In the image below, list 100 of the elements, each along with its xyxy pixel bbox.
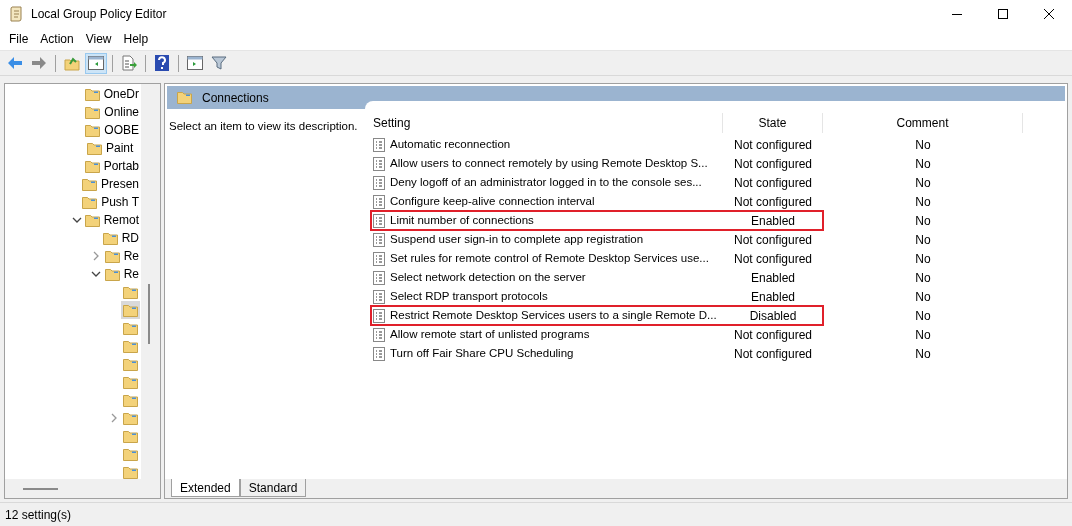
state-cell-text: Enabled xyxy=(749,269,796,287)
setting-name: Configure keep-alive connection interval xyxy=(390,193,595,209)
pane-icon xyxy=(187,56,203,70)
tree-item[interactable]: Re xyxy=(102,247,141,265)
menu-item[interactable]: Action xyxy=(34,30,80,48)
column-header[interactable]: State xyxy=(723,113,823,133)
tree-item[interactable]: Paint xyxy=(85,139,136,157)
folder-icon xyxy=(82,195,98,209)
menu-item[interactable]: File xyxy=(3,30,35,48)
policy-icon xyxy=(373,232,385,247)
tree-item[interactable]: RD xyxy=(100,229,141,247)
policy-icon xyxy=(373,346,385,361)
window-title: Local Group Policy Editor xyxy=(31,6,167,23)
folder-icon xyxy=(123,429,138,443)
chevron-down-icon[interactable] xyxy=(71,215,82,225)
folder-icon xyxy=(123,339,138,353)
comment-cell-text: No xyxy=(914,212,932,230)
setting-name: Automatic reconnection xyxy=(390,136,511,152)
chevron-down-icon[interactable] xyxy=(90,269,101,279)
setting-name: Allow users to connect remotely by using Remote Desktop S... xyxy=(390,155,708,171)
comment-cell-text: No xyxy=(914,288,932,306)
view-tab[interactable]: Extended xyxy=(171,479,240,497)
column-header[interactable]: Setting xyxy=(371,113,723,133)
folder-icon xyxy=(123,303,138,317)
state-cell-text: Not configured xyxy=(732,193,813,211)
comment-cell-text: No xyxy=(914,193,932,211)
setting-name: Select RDP transport protocols xyxy=(390,288,548,304)
back-arrow-icon xyxy=(7,56,23,70)
state-cell-text: Not configured xyxy=(732,326,813,344)
policy-icon xyxy=(373,213,385,228)
comment-cell-text: No xyxy=(914,155,932,173)
setting-name: Set rules for remote control of Remote Desktop Services use... xyxy=(390,250,709,266)
tree-item[interactable]: Portab xyxy=(82,157,141,175)
help-icon xyxy=(155,55,169,71)
tree-item[interactable]: Remot xyxy=(82,211,141,229)
setting-name: Restrict Remote Desktop Services users to a single Remote D... xyxy=(390,307,717,323)
comment-cell-text: No xyxy=(914,136,932,154)
policy-icon xyxy=(373,137,385,152)
column-header[interactable]: Comment xyxy=(823,113,1023,133)
folder-icon xyxy=(177,91,192,104)
state-cell-text: Disabled xyxy=(748,307,798,325)
comment-cell-text: No xyxy=(914,174,932,192)
setting-name: Turn off Fair Share CPU Scheduling xyxy=(390,345,574,361)
policy-icon xyxy=(373,251,385,266)
folder-icon xyxy=(84,213,100,227)
comment-cell-text: No xyxy=(914,345,932,363)
setting-name: Suspend user sign-in to complete app registration xyxy=(390,231,644,247)
tree-item[interactable]: Push T xyxy=(80,193,141,211)
state-cell-text: Not configured xyxy=(732,231,813,249)
state-cell-text: Enabled xyxy=(749,288,796,306)
tree-item[interactable]: Re xyxy=(102,265,141,283)
setting-name: Allow remote start of unlisted programs xyxy=(390,326,590,342)
maximize-icon xyxy=(998,9,1008,19)
folder-icon xyxy=(123,465,138,479)
menu-item[interactable]: View xyxy=(79,30,118,48)
state-cell-text: Enabled xyxy=(749,212,796,230)
setting-name: Limit number of connections xyxy=(390,212,534,228)
setting-name: Select network detection on the server xyxy=(390,269,586,285)
comment-cell-text: No xyxy=(914,326,932,344)
pane-icon xyxy=(88,56,104,70)
state-cell-text: Not configured xyxy=(732,136,813,154)
folder-icon xyxy=(84,159,100,173)
folder-icon xyxy=(123,411,138,425)
filter-icon xyxy=(211,55,227,71)
folder-icon xyxy=(104,267,120,281)
view-tab[interactable]: Standard xyxy=(239,479,307,497)
tree-item[interactable]: OOBE xyxy=(83,121,141,139)
folder-icon xyxy=(123,285,138,299)
scroll-icon xyxy=(9,6,23,22)
policy-icon xyxy=(373,308,385,323)
tree-item[interactable] xyxy=(121,301,140,319)
folder-icon xyxy=(84,87,100,101)
state-cell-text: Not configured xyxy=(732,155,813,173)
minimize-icon xyxy=(952,13,962,15)
status-text: 12 setting(s) xyxy=(5,506,72,524)
folder-icon xyxy=(87,141,102,155)
comment-cell-text: No xyxy=(914,307,932,325)
tree-item[interactable]: OneDr xyxy=(82,85,141,103)
policy-icon xyxy=(373,327,385,342)
comment-cell-text: No xyxy=(914,231,932,249)
scrollbar-thumb[interactable] xyxy=(23,488,58,490)
folder-up-icon xyxy=(64,55,80,71)
folder-icon xyxy=(123,393,138,407)
folder-icon xyxy=(81,177,97,191)
header-title: Connections xyxy=(202,89,269,107)
menu-item[interactable]: Help xyxy=(117,30,155,48)
forward-arrow-icon xyxy=(31,56,47,70)
policy-icon xyxy=(373,289,385,304)
comment-cell-text: No xyxy=(914,250,932,268)
state-cell-text: Not configured xyxy=(732,174,813,192)
toolbar-button[interactable] xyxy=(85,52,107,74)
folder-icon xyxy=(104,249,120,263)
description-text: Select an item to view its description. xyxy=(169,120,358,132)
folder-icon xyxy=(123,321,138,335)
chevron-right-icon[interactable] xyxy=(109,413,119,423)
tree-item[interactable]: Online xyxy=(83,103,141,121)
scrollbar-thumb[interactable] xyxy=(148,284,150,344)
folder-icon xyxy=(85,123,101,137)
policy-icon xyxy=(373,175,385,190)
tree-item[interactable]: Presen xyxy=(79,175,141,193)
